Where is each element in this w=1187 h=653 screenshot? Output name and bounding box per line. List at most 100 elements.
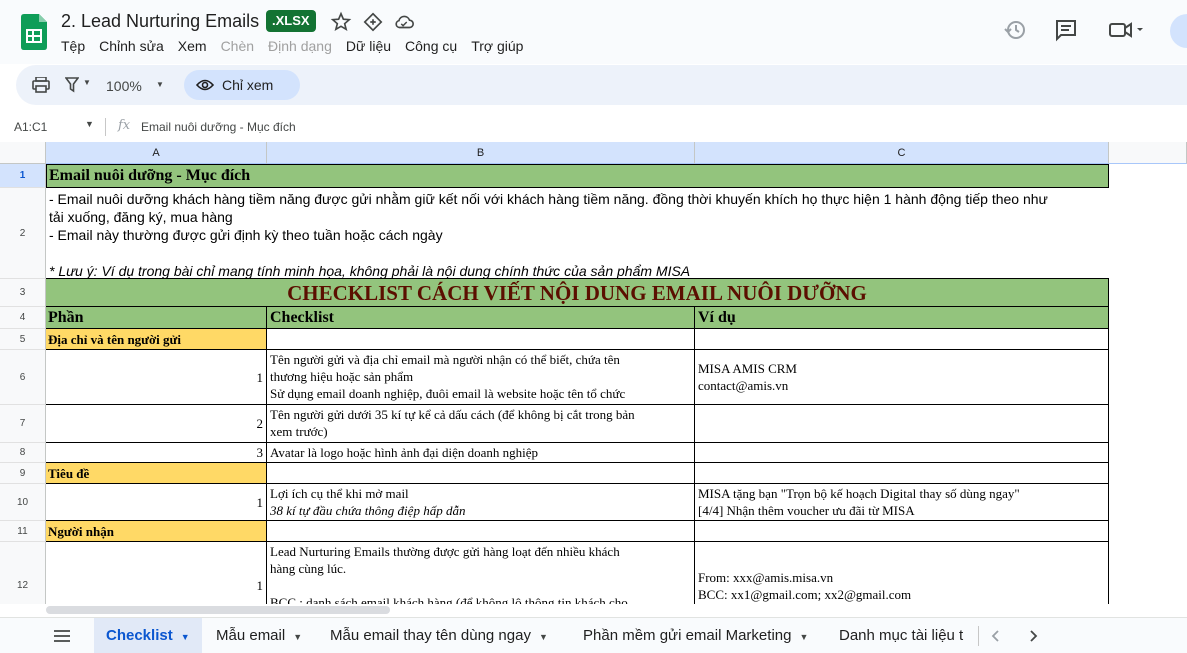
- menu-data[interactable]: Dữ liệu: [346, 38, 391, 54]
- cell-c8[interactable]: [695, 443, 1109, 463]
- header-vi-du[interactable]: Ví dụ: [695, 307, 1109, 329]
- zoom-dropdown-icon[interactable]: ▼: [156, 80, 164, 89]
- header-checklist[interactable]: Checklist: [267, 307, 695, 329]
- tab-phan-mem[interactable]: Phần mềm gửi email Marketing ▼: [583, 618, 808, 653]
- menu-tools[interactable]: Công cụ: [405, 38, 457, 54]
- name-box[interactable]: A1:C1: [14, 120, 47, 134]
- cell-b8[interactable]: Avatar là logo hoặc hình ảnh đại diện do…: [267, 443, 695, 463]
- row-header-5[interactable]: 5: [0, 329, 46, 350]
- row-header-6[interactable]: 6: [0, 350, 46, 405]
- scrollbar-thumb[interactable]: [46, 606, 390, 614]
- spreadsheet-grid[interactable]: A B C 1 2 3 4 5 6 7 8 9 10 11 12 Email n…: [0, 142, 1187, 604]
- row-header-8[interactable]: 8: [0, 443, 46, 463]
- cell-b9[interactable]: [267, 463, 695, 484]
- text-line-italic: 38 kí tự đầu chứa thông điệp hấp dẫn: [270, 503, 466, 518]
- header-phan[interactable]: Phần: [46, 307, 267, 329]
- print-icon[interactable]: [32, 77, 50, 93]
- cell-c5[interactable]: [695, 329, 1109, 350]
- cell-c12[interactable]: From: xxx@amis.misa.vn BCC: xx1@gmail.co…: [695, 542, 1109, 604]
- cell-a7-number[interactable]: 2: [46, 405, 267, 443]
- avatar[interactable]: [1170, 14, 1187, 48]
- horizontal-scrollbar[interactable]: [46, 604, 1187, 616]
- tab-label: Mẫu email thay tên dùng ngay: [330, 627, 531, 644]
- document-title[interactable]: 2. Lead Nurturing Emails: [61, 11, 259, 32]
- checklist-heading[interactable]: CHECKLIST CÁCH VIẾT NỘI DUNG EMAIL NUÔI …: [46, 279, 1109, 307]
- tab-dropdown-icon[interactable]: ▼: [799, 632, 808, 642]
- column-header-c[interactable]: C: [695, 142, 1109, 164]
- text-line: Sử dụng email doanh nghiệp, đuôi email l…: [270, 386, 626, 401]
- cell-a12-number[interactable]: 1: [46, 542, 267, 604]
- select-all-corner[interactable]: [0, 142, 46, 164]
- scroll-tabs-left-icon[interactable]: [990, 630, 1000, 642]
- cell-b10[interactable]: Lợi ích cụ thể khi mở mail 38 kí tự đầu …: [267, 484, 695, 521]
- toolbar: ▼ 100% ▼ Chỉ xem: [16, 65, 1187, 105]
- spreadsheet-app: 2. Lead Nurturing Emails .XLSX Tệp Chỉnh…: [0, 0, 1187, 653]
- text-line: xem trước): [270, 424, 328, 439]
- cell-b6[interactable]: Tên người gửi và địa chỉ email mà người …: [267, 350, 695, 405]
- row-header-11[interactable]: 11: [0, 521, 46, 542]
- cell-c9[interactable]: [695, 463, 1109, 484]
- tab-mau-email[interactable]: Mẫu email ▼: [216, 618, 302, 653]
- cell-a6-number[interactable]: 1: [46, 350, 267, 405]
- name-box-dropdown-icon[interactable]: ▼: [85, 119, 94, 129]
- row-header-12[interactable]: 12: [0, 542, 46, 604]
- row-header-3[interactable]: 3: [0, 279, 46, 307]
- tab-mau-email-thay-ten[interactable]: Mẫu email thay tên dùng ngay ▼: [330, 618, 548, 653]
- filter-icon[interactable]: [65, 77, 79, 93]
- tab-danh-muc[interactable]: Danh mục tài liệu t: [839, 618, 971, 653]
- column-header-a[interactable]: A: [46, 142, 267, 164]
- cell-c6[interactable]: MISA AMIS CRM contact@amis.vn: [695, 350, 1109, 405]
- menu-insert[interactable]: Chèn: [221, 38, 254, 54]
- scroll-tabs-right-icon[interactable]: [1029, 630, 1039, 642]
- row1-merged-title[interactable]: Email nuôi dưỡng - Mục đích: [46, 164, 1109, 188]
- menu-help[interactable]: Trợ giúp: [471, 38, 523, 54]
- menu-format[interactable]: Định dạng: [268, 38, 332, 54]
- formula-input[interactable]: Email nuôi dưỡng - Mục đích: [141, 120, 296, 134]
- tab-dropdown-icon[interactable]: ▼: [181, 632, 190, 642]
- cell-b12[interactable]: Lead Nurturing Emails thường được gửi hà…: [267, 542, 695, 604]
- menu-edit[interactable]: Chỉnh sửa: [99, 38, 164, 54]
- section-subject[interactable]: Tiêu đề: [46, 463, 267, 484]
- zoom-select[interactable]: 100%: [106, 78, 142, 94]
- row-header-4[interactable]: 4: [0, 307, 46, 329]
- menu-view[interactable]: Xem: [178, 38, 207, 54]
- cell-a8-number[interactable]: 3: [46, 443, 267, 463]
- all-sheets-menu-icon[interactable]: [54, 630, 70, 642]
- text-line: Tên người gửi và địa chỉ email mà người …: [270, 352, 620, 367]
- tab-dropdown-icon[interactable]: ▼: [539, 632, 548, 642]
- tab-dropdown-icon[interactable]: ▼: [293, 632, 302, 642]
- cell-c11[interactable]: [695, 521, 1109, 542]
- cell-a10-number[interactable]: 1: [46, 484, 267, 521]
- row-header-2[interactable]: 2: [0, 188, 46, 279]
- app-header: 2. Lead Nurturing Emails .XLSX Tệp Chỉnh…: [0, 0, 1187, 64]
- column-header-b[interactable]: B: [267, 142, 695, 164]
- tab-checklist[interactable]: Checklist ▼: [94, 618, 202, 653]
- column-header-rest[interactable]: [1109, 142, 1187, 164]
- eye-icon: [196, 79, 214, 91]
- cell-c7[interactable]: [695, 405, 1109, 443]
- version-history-icon[interactable]: [1003, 18, 1027, 42]
- sheets-logo-icon[interactable]: [21, 14, 47, 50]
- divider: [978, 626, 979, 646]
- move-to-folder-icon[interactable]: [362, 11, 384, 33]
- comments-icon[interactable]: [1054, 18, 1078, 42]
- meet-video-icon[interactable]: [1108, 18, 1144, 42]
- text-line: Lợi ích cụ thể khi mở mail: [270, 486, 409, 501]
- row2-purpose-cell[interactable]: - Email nuôi dưỡng khách hàng tiềm năng …: [46, 188, 1109, 279]
- cell-b7[interactable]: Tên người gửi dưới 35 kí tự kể cả dấu cá…: [267, 405, 695, 443]
- row-header-10[interactable]: 10: [0, 484, 46, 521]
- row-header-9[interactable]: 9: [0, 463, 46, 484]
- filter-dropdown-icon[interactable]: ▼: [83, 78, 91, 87]
- disclaimer-note: * Lưu ý: Ví dụ trong bài chỉ mang tính m…: [49, 263, 691, 279]
- cell-c10[interactable]: MISA tặng bạn "Trọn bộ kế hoạch Digital …: [695, 484, 1109, 521]
- section-sender[interactable]: Địa chỉ và tên người gửi: [46, 329, 267, 350]
- menu-file[interactable]: Tệp: [61, 38, 85, 54]
- cell-b5[interactable]: [267, 329, 695, 350]
- star-icon[interactable]: [330, 11, 352, 33]
- view-only-button[interactable]: Chỉ xem: [184, 70, 300, 100]
- section-recipient[interactable]: Người nhận: [46, 521, 267, 542]
- cell-b11[interactable]: [267, 521, 695, 542]
- row-header-7[interactable]: 7: [0, 405, 46, 443]
- cloud-status-icon[interactable]: [393, 11, 415, 33]
- row-header-1[interactable]: 1: [0, 164, 46, 188]
